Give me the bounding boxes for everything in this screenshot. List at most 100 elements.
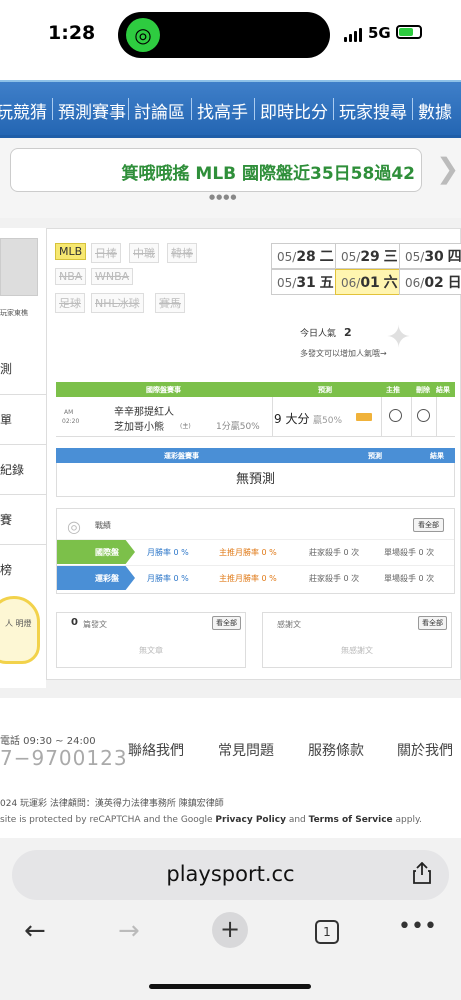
lottery-table-header: 運彩盤賽事 預測 結果 (56, 448, 455, 463)
footer-link-faq[interactable]: 常見問題 (218, 740, 274, 760)
home-tag: (主) (180, 423, 191, 430)
more-icon[interactable]: ••• (398, 914, 437, 939)
forward-icon[interactable]: → (118, 916, 140, 946)
league-npb[interactable]: 日棒 (91, 243, 121, 263)
header-lottery-prediction: 預測 (368, 452, 382, 460)
stat-killer: 莊家殺手 0 次 (309, 574, 360, 583)
header-lottery-games: 運彩盤賽事 (164, 452, 199, 460)
nav-item-forum[interactable]: 討論區 (134, 98, 185, 123)
main-pick-radio[interactable] (389, 409, 402, 422)
league-mlb[interactable]: MLB (55, 243, 87, 260)
nav-item-predict[interactable]: 預測賽事 (58, 98, 126, 123)
stats-row-lottery: 運彩盤 月勝率 0 % 主推月勝率 0 % 莊家殺手 0 次 單場殺手 0 次 (57, 565, 454, 590)
league-nhl[interactable]: NHL冰球 (91, 293, 144, 313)
date-0530[interactable]: 05/30 四 (399, 243, 461, 269)
footer-link-terms[interactable]: 服務條款 (308, 740, 364, 760)
signal-icon (344, 28, 364, 42)
nav-item-guess[interactable]: 玩競猜 (0, 98, 47, 123)
stat-killer: 莊家殺手 0 次 (309, 548, 360, 557)
tag-icon (356, 413, 372, 421)
chevron-right-icon[interactable]: ❯ (436, 152, 459, 185)
left-menu-item-rank[interactable]: 榜 (0, 544, 46, 594)
league-cpbl[interactable]: 中職 (129, 243, 159, 263)
date-0602[interactable]: 06/02 日 (399, 269, 461, 295)
team-home: 芝加哥小熊 (114, 422, 164, 433)
status-time: 1:28 (48, 22, 96, 44)
date-0601[interactable]: 06/01 六 (335, 269, 404, 295)
nav-item-data[interactable]: 數據 (418, 98, 452, 123)
url-text[interactable]: playsport.cc (12, 862, 449, 886)
stats-label-lottery: 運彩盤 (57, 566, 135, 590)
posts-label: 篇發文 (83, 620, 107, 629)
stats-label-intl: 國際盤 (57, 540, 135, 564)
terms-link[interactable]: Terms of Service (309, 815, 393, 825)
left-menu-item-games[interactable]: 賽 (0, 494, 46, 544)
header-main-pick: 主推 (386, 386, 400, 394)
league-nba[interactable]: NBA (55, 268, 87, 285)
left-menu-item-predict[interactable]: 測 (0, 344, 46, 394)
target-icon: ◎ (67, 517, 81, 536)
back-icon[interactable]: ← (24, 916, 46, 946)
ticker-text[interactable]: 箕哦哦搖 MLB 國際盤近35日58過42 (121, 159, 415, 184)
date-0528[interactable]: 05/28 二 (271, 243, 340, 269)
game-time: 02:20 (62, 418, 80, 425)
stat-main-rate: 主推月勝率 0 % (219, 574, 277, 583)
league-horse[interactable]: 賽馬 (155, 293, 185, 313)
avatar[interactable] (0, 238, 38, 296)
phone-number[interactable]: 7−9700123 (0, 746, 128, 770)
stat-single: 單場殺手 0 次 (384, 574, 435, 583)
left-menu-item-single[interactable]: 單 (0, 394, 46, 444)
stats-view-all-button[interactable]: 看全部 (413, 518, 444, 532)
pick-value[interactable]: 9 大分 (274, 410, 309, 427)
network-type: 5G (368, 24, 391, 42)
footer-link-about[interactable]: 關於我們 (397, 740, 453, 760)
table-row: AM 02:20 辛辛那提紅人 芝加哥小熊 (主) 1分贏50% 9 大分 贏5… (56, 397, 455, 437)
footer-link-contact[interactable]: 聯絡我們 (128, 740, 184, 760)
phone-label: 電話 09:30 ~ 24:00 (0, 736, 96, 747)
header-prediction: 預測 (318, 386, 332, 394)
delete-radio[interactable] (417, 409, 430, 422)
header-intl-games: 國際盤賽事 (146, 386, 181, 394)
stats-title: 戰績 (95, 521, 111, 530)
stat-month-rate: 月勝率 0 % (147, 574, 189, 583)
left-menu-item-record[interactable]: 紀錄 (0, 444, 46, 494)
lightbulb-icon[interactable]: 人 明燈 (0, 596, 40, 664)
empty-state: 無預測 (56, 463, 455, 497)
nav-item-experts[interactable]: 找高手 (197, 98, 248, 123)
home-indicator (149, 984, 311, 989)
posts-empty: 無文章 (139, 646, 163, 655)
copyright: 024 玩運彩 法律顧問：漢英得力法律事務所 陳鎮宏律師 (0, 799, 224, 809)
stats-row-intl: 國際盤 月勝率 0 % 主推月勝率 0 % 莊家殺手 0 次 單場殺手 0 次 (57, 539, 454, 564)
bulb-text: 人 明燈 (5, 619, 32, 628)
date-0529[interactable]: 05/29 三 (335, 243, 404, 269)
popularity: 今日人氣 2 (300, 326, 352, 339)
header-delete: 刪除 (416, 386, 430, 394)
main-nav: 玩競猜 預測賽事 討論區 找高手 即時比分 玩家搜尋 數據 (0, 80, 461, 138)
tabs-icon[interactable]: 1 (315, 920, 339, 944)
mascot-icon: ✦ (386, 320, 412, 355)
team-away: 辛辛那提紅人 (114, 407, 174, 418)
nav-item-livescore[interactable]: 即時比分 (260, 98, 328, 123)
share-icon[interactable] (413, 862, 431, 884)
stat-single: 單場殺手 0 次 (384, 548, 435, 557)
posts-view-all-button[interactable]: 看全部 (212, 616, 241, 630)
privacy-link[interactable]: Privacy Policy (215, 815, 286, 825)
new-tab-icon[interactable]: + (212, 912, 248, 948)
league-wnba[interactable]: WNBA (91, 268, 134, 285)
popularity-hint[interactable]: 多發文可以增加人氣哦→ (300, 348, 387, 359)
league-kbo[interactable]: 韓棒 (167, 243, 197, 263)
intl-table-header: 國際盤賽事 預測 主推 刪除 結果 (56, 382, 455, 397)
nav-item-player-search[interactable]: 玩家搜尋 (339, 98, 407, 123)
thanks-view-all-button[interactable]: 看全部 (418, 616, 447, 630)
address-bar[interactable]: playsport.cc (12, 850, 449, 900)
ticker-banner[interactable]: 箕哦哦搖 MLB 國際盤近35日58過42 (10, 148, 422, 192)
league-soccer[interactable]: 足球 (55, 293, 85, 313)
thanks-box: 感謝文 看全部 無感謝文 (262, 612, 452, 668)
thanks-empty: 無感謝文 (341, 646, 373, 655)
user-name[interactable]: 玩家東樵 (0, 308, 28, 318)
stat-main-rate: 主推月勝率 0 % (219, 548, 277, 557)
spread-text: 1分贏50% (216, 422, 260, 432)
posts-box: 0 篇發文 看全部 無文章 (56, 612, 246, 668)
stats-panel: ◎ 戰績 看全部 國際盤 月勝率 0 % 主推月勝率 0 % 莊家殺手 0 次 … (56, 508, 455, 594)
date-0531[interactable]: 05/31 五 (271, 269, 340, 295)
